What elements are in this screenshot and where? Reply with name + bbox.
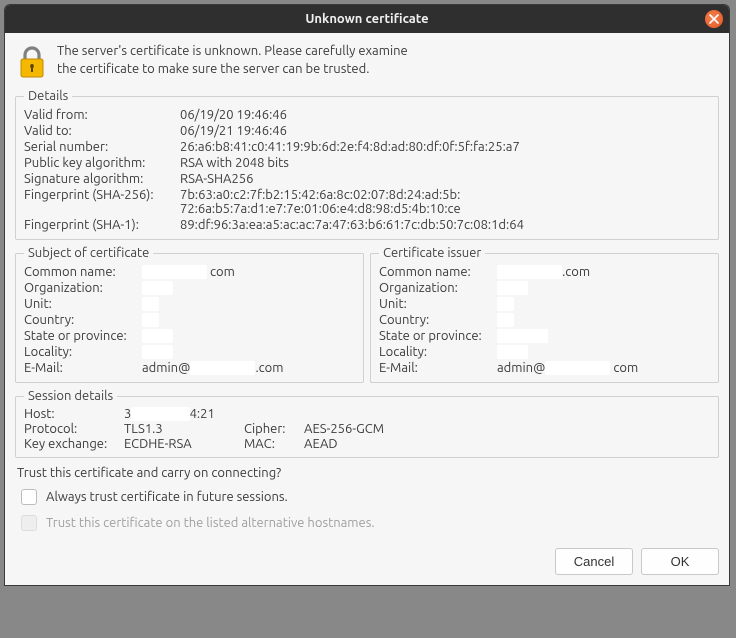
valid-from-label: Valid from: — [24, 108, 172, 122]
serial-label: Serial number: — [24, 140, 172, 154]
issuer-state-label: State or province: — [379, 329, 489, 343]
issuer-org-label: Organization: — [379, 281, 489, 295]
details-group: Details Valid from: 06/19/20 19:46:46 Val… — [15, 89, 719, 240]
kex-value: ECDHE-RSA — [124, 437, 244, 451]
mac-label: MAC: — [244, 437, 304, 451]
subject-country-value: xx — [142, 313, 355, 327]
subject-org-label: Organization: — [24, 281, 134, 295]
host-value: 3xxxxxxxx4:21 — [124, 407, 710, 421]
mac-value: AEAD — [304, 437, 710, 451]
trust-alt-checkbox — [21, 515, 37, 531]
subject-email-value: admin@xxxxxxxxx.com — [142, 361, 355, 375]
issuer-legend: Certificate issuer — [379, 246, 485, 260]
issuer-unit-value: xx — [497, 297, 710, 311]
sigalg-value: RSA-SHA256 — [180, 172, 710, 186]
subject-org-value: xxxx — [142, 281, 355, 295]
issuer-country-value: xx — [497, 313, 710, 327]
fp256-label: Fingerprint (SHA-256): — [24, 188, 172, 216]
sigalg-label: Signature algorithm: — [24, 172, 172, 186]
cancel-button[interactable]: Cancel — [555, 548, 633, 575]
fp1-value: 89:df:96:3a:ea:a5:ac:ac:7a:47:63:b6:61:7… — [180, 218, 710, 232]
session-group: Session details Host: 3xxxxxxxx4:21 Prot… — [15, 389, 719, 458]
issuer-email-label: E-Mail: — [379, 361, 489, 375]
valid-to-label: Valid to: — [24, 124, 172, 138]
fp1-label: Fingerprint (SHA-1): — [24, 218, 172, 232]
pubkey-value: RSA with 2048 bits — [180, 156, 710, 170]
issuer-cn-value: xxxxxxxxx.com — [497, 265, 710, 279]
issuer-unit-label: Unit: — [379, 297, 489, 311]
always-trust-label: Always trust certificate in future sessi… — [46, 490, 288, 504]
trust-question: Trust this certificate and carry on conn… — [17, 466, 717, 480]
subject-locality-value: xxxx — [142, 345, 355, 359]
details-legend: Details — [24, 89, 72, 103]
titlebar[interactable]: Unknown certificate — [5, 5, 729, 33]
always-trust-checkbox[interactable] — [21, 489, 37, 505]
window-title: Unknown certificate — [305, 12, 428, 26]
issuer-group: Certificate issuer Common name:xxxxxxxxx… — [370, 246, 719, 383]
issuer-org-value: xxxx — [497, 281, 710, 295]
valid-to-value: 06/19/21 19:46:46 — [180, 124, 710, 138]
host-label: Host: — [24, 407, 124, 421]
serial-value: 26:a6:b8:41:c0:41:19:9b:6d:2e:f4:8d:ad:8… — [180, 140, 710, 154]
session-legend: Session details — [24, 389, 117, 403]
subject-group: Subject of certificate Common name:xxxxx… — [15, 246, 364, 383]
lock-warning-icon — [17, 45, 47, 81]
issuer-email-value: admin@xxxxxxxxx com — [497, 361, 710, 375]
subject-state-label: State or province: — [24, 329, 134, 343]
trust-alt-row: Trust this certificate on the listed alt… — [17, 512, 719, 534]
subject-country-label: Country: — [24, 313, 134, 327]
subject-cn-value: xxxxxxxxx com — [142, 265, 355, 279]
always-trust-row[interactable]: Always trust certificate in future sessi… — [17, 486, 719, 508]
pubkey-label: Public key algorithm: — [24, 156, 172, 170]
protocol-value: TLS1.3 — [124, 422, 244, 436]
subject-cn-label: Common name: — [24, 265, 134, 279]
subject-locality-label: Locality: — [24, 345, 134, 359]
issuer-locality-value: xxxx — [497, 345, 710, 359]
issuer-state-value: xxxxxxx — [497, 329, 710, 343]
valid-from-value: 06/19/20 19:46:46 — [180, 108, 710, 122]
cipher-label: Cipher: — [244, 422, 304, 436]
issuer-country-label: Country: — [379, 313, 489, 327]
dialog-content: The server's certificate is unknown. Ple… — [5, 33, 729, 585]
trust-alt-label: Trust this certificate on the listed alt… — [46, 516, 375, 530]
cipher-value: AES-256-GCM — [304, 422, 710, 436]
warning-text: The server's certificate is unknown. Ple… — [57, 43, 408, 78]
subject-unit-label: Unit: — [24, 297, 134, 311]
protocol-label: Protocol: — [24, 422, 124, 436]
ok-button[interactable]: OK — [641, 548, 719, 575]
subject-state-value: xxxx — [142, 329, 355, 343]
subject-legend: Subject of certificate — [24, 246, 153, 260]
dialog-window: Unknown certificate The server's certifi… — [4, 4, 730, 586]
issuer-locality-label: Locality: — [379, 345, 489, 359]
close-icon[interactable] — [705, 10, 723, 28]
subject-unit-value: xx — [142, 297, 355, 311]
kex-label: Key exchange: — [24, 437, 124, 451]
fp256-value: 7b:63:a0:c2:7f:b2:15:42:6a:8c:02:07:8d:2… — [180, 188, 710, 216]
subject-email-label: E-Mail: — [24, 361, 134, 375]
issuer-cn-label: Common name: — [379, 265, 489, 279]
